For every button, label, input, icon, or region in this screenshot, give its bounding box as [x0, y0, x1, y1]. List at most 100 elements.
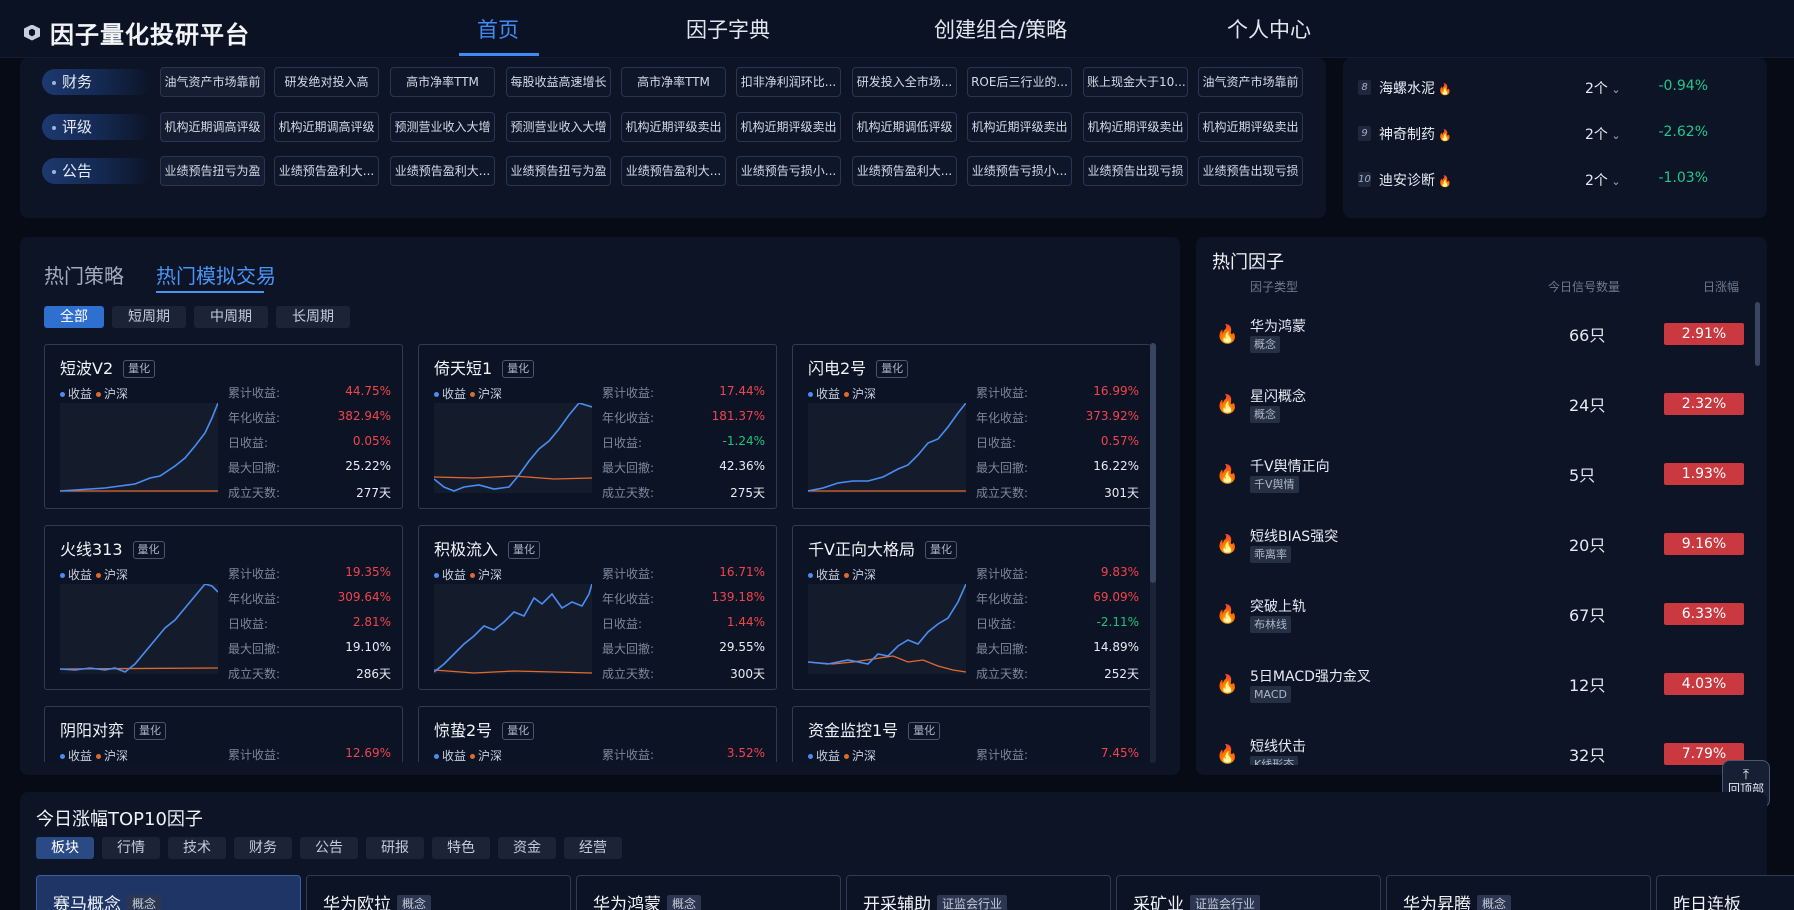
- strategy-stats: 累计收益: 19.35% 年化收益: 309.64% 日收益: 2.81% 最大回撤: 19.…: [228, 560, 391, 685]
- hot-factor-row[interactable]: 🔥 突破上轨 布林线 67只 6.33%: [1216, 594, 1746, 654]
- strategy-card[interactable]: 闪电2号 量化 收益 沪深 累计收益: 16.99% 年化收益: 373.92% 日收益: 0.5…: [792, 344, 1151, 509]
- factor-chip[interactable]: 业绩预告出现亏损: [1198, 156, 1303, 186]
- factor-chip[interactable]: 业绩预告亏损小...: [736, 156, 841, 186]
- strategy-card[interactable]: 惊蛰2号量化收益沪深累计收益:3.52%年化收益:日收益:最大回撤:成立天数:: [418, 706, 777, 762]
- top10-category-tab[interactable]: 行情: [102, 837, 160, 859]
- top10-category-tab[interactable]: 财务: [234, 837, 292, 859]
- top10-category-tab[interactable]: 公告: [300, 837, 358, 859]
- logo[interactable]: 因子量化投研平台: [22, 15, 250, 50]
- legend-benchmark: 沪深: [104, 387, 129, 401]
- hot-factors-scrollbar[interactable]: [1755, 302, 1760, 366]
- fire-icon: 🔥: [1216, 464, 1239, 485]
- factor-chip[interactable]: 预测营业收入大增: [390, 112, 495, 142]
- filter-mid[interactable]: 中周期: [194, 306, 268, 328]
- factor-chip[interactable]: 机构近期评级卖出: [1198, 112, 1303, 142]
- rank-count-dropdown[interactable]: 2个 ⌄: [1585, 78, 1621, 98]
- rank-item[interactable]: 8 海螺水泥 🔥 2个 ⌄ -0.94%: [1358, 76, 1758, 100]
- strategy-stats: 累计收益: 44.75% 年化收益: 382.94% 日收益: 0.05% 最大回撤: 25.…: [228, 379, 391, 504]
- factor-chip[interactable]: 账上现金大于10...: [1083, 67, 1188, 97]
- factor-chip[interactable]: 业绩预告盈利大...: [852, 156, 957, 186]
- strategy-card[interactable]: 短波V2 量化 收益 沪深 累计收益: 44.75% 年化收益: 382.94% 日收益: 0.0…: [44, 344, 403, 509]
- factor-chip[interactable]: 业绩预告扭亏为盈: [506, 156, 611, 186]
- factor-chip[interactable]: 业绩预告盈利大...: [390, 156, 495, 186]
- top10-factor-card[interactable]: 昨日连板: [1656, 875, 1794, 910]
- factor-chip[interactable]: 机构近期调高评级: [274, 112, 379, 142]
- chart-legend: 收益 沪深: [808, 566, 876, 583]
- legend-benchmark: 沪深: [478, 568, 503, 582]
- hot-factor-row[interactable]: 🔥 千V舆情正向 千V舆情 5只 1.93%: [1216, 454, 1746, 514]
- factor-chip[interactable]: 机构近期评级卖出: [967, 112, 1072, 142]
- hot-factor-row[interactable]: 🔥 短线BIAS强突 乖离率 20只 9.16%: [1216, 524, 1746, 584]
- strategy-card[interactable]: 资金监控1号量化收益沪深累计收益:7.45%年化收益:日收益:最大回撤:成立天数…: [792, 706, 1151, 762]
- factor-chip[interactable]: 每股收益高速增长: [506, 67, 611, 97]
- strategy-card[interactable]: 火线313 量化 收益 沪深 累计收益: 19.35% 年化收益: 309.64% 日收益: 2.…: [44, 525, 403, 690]
- filter-all[interactable]: 全部: [44, 306, 104, 328]
- stat-value: 16.22%: [1093, 459, 1139, 473]
- factor-chip[interactable]: 业绩预告扭亏为盈: [160, 156, 265, 186]
- stat-label: 日收益:: [228, 436, 269, 450]
- factor-chip[interactable]: ROE后三行业的...: [967, 67, 1072, 97]
- factor-chip[interactable]: 高市净率TTM: [621, 67, 726, 97]
- factor-chip[interactable]: 业绩预告亏损小...: [967, 156, 1072, 186]
- nav-factor-dictionary[interactable]: 因子字典: [686, 14, 770, 44]
- hot-factor-row[interactable]: 🔥 星闪概念 概念 24只 2.32%: [1216, 384, 1746, 444]
- factor-chip[interactable]: 研发投入全市场...: [852, 67, 957, 97]
- top10-category-tab[interactable]: 特色: [432, 837, 490, 859]
- filter-long[interactable]: 长周期: [276, 306, 350, 328]
- benchmark-line: [433, 475, 593, 480]
- factor-chip[interactable]: 机构近期评级卖出: [621, 112, 726, 142]
- top10-category-tab[interactable]: 经营: [564, 837, 622, 859]
- factor-chip[interactable]: 高市净率TTM: [390, 67, 495, 97]
- factor-chip[interactable]: 机构近期调高评级: [160, 112, 265, 142]
- strategy-badge: 量化: [508, 541, 541, 559]
- top10-factor-card[interactable]: 华为欧拉 概念: [306, 875, 571, 910]
- factor-chip[interactable]: 业绩预告盈利大...: [621, 156, 726, 186]
- factor-chip[interactable]: 油气资产市场靠前: [160, 67, 265, 97]
- strategy-card[interactable]: 阴阳对弈量化收益沪深累计收益:12.69%年化收益:日收益:最大回撤:成立天数:: [44, 706, 403, 762]
- top10-category-tab[interactable]: 资金: [498, 837, 556, 859]
- hot-factor-row[interactable]: 🔥 华为鸿蒙 概念 66只 2.91%: [1216, 314, 1746, 374]
- strategy-name: 短波V2 量化: [60, 355, 156, 379]
- tab-hot-simulation[interactable]: 热门模拟交易: [156, 260, 276, 289]
- factor-chip[interactable]: 机构近期评级卖出: [736, 112, 841, 142]
- legend-return: 收益: [442, 749, 467, 762]
- factor-chip[interactable]: 扣非净利润环比...: [736, 67, 841, 97]
- strategy-name-text: 积极流入: [434, 540, 499, 559]
- top10-factor-tag: 概念: [397, 895, 432, 910]
- filter-short[interactable]: 短周期: [112, 306, 186, 328]
- strategy-card[interactable]: 倚天短1 量化 收益 沪深 累计收益: 17.44% 年化收益: 181.37% 日收益: -1.…: [418, 344, 777, 509]
- tab-hot-strategy[interactable]: 热门策略: [44, 260, 124, 289]
- nav-create-portfolio[interactable]: 创建组合/策略: [934, 14, 1067, 44]
- factor-chip[interactable]: 预测营业收入大增: [506, 112, 611, 142]
- factor-chip[interactable]: 油气资产市场靠前: [1198, 67, 1303, 97]
- rank-item[interactable]: 10 迪安诊断 🔥 2个 ⌄ -1.03%: [1358, 168, 1758, 192]
- strategy-scrollbar[interactable]: [1150, 343, 1156, 763]
- nav-home[interactable]: 首页: [477, 14, 519, 44]
- top10-category-tab[interactable]: 技术: [168, 837, 226, 859]
- nav-personal-center[interactable]: 个人中心: [1227, 14, 1311, 44]
- top10-category-tab[interactable]: 板块: [36, 837, 94, 859]
- factor-chip[interactable]: 业绩预告盈利大...: [274, 156, 379, 186]
- factor-chip[interactable]: 研发绝对投入高: [274, 67, 379, 97]
- factor-chip[interactable]: 机构近期评级卖出: [1083, 112, 1188, 142]
- strategy-card[interactable]: 千V正向大格局 量化 收益 沪深 累计收益: 9.83% 年化收益: 69.09% 日收益: -2…: [792, 525, 1151, 690]
- hot-factor-row[interactable]: 🔥 5日MACD强力金叉 MACD 12只 4.03%: [1216, 664, 1746, 724]
- rank-count-dropdown[interactable]: 2个 ⌄: [1585, 170, 1621, 190]
- stat-daily: 日收益: 1.44%: [602, 610, 765, 635]
- hot-factor-signal-count: 12只: [1569, 676, 1606, 695]
- top10-factor-card[interactable]: 开采辅助 证监会行业: [846, 875, 1111, 910]
- strategy-card[interactable]: 积极流入 量化 收益 沪深 累计收益: 16.71% 年化收益: 139.18% 日收益: 1.4…: [418, 525, 777, 690]
- rank-count-dropdown[interactable]: 2个 ⌄: [1585, 124, 1621, 144]
- stat-value: 1.44%: [726, 615, 765, 629]
- stat-label: 年化收益:: [228, 592, 281, 606]
- top10-category-tab[interactable]: 研报: [366, 837, 424, 859]
- top10-factor-card[interactable]: 采矿业 证监会行业: [1116, 875, 1381, 910]
- top10-factor-card[interactable]: 华为鸿蒙 概念: [576, 875, 841, 910]
- rank-item[interactable]: 9 神奇制药 🔥 2个 ⌄ -2.62%: [1358, 122, 1758, 146]
- hot-factor-row[interactable]: 🔥 短线伏击 K线形态 32只 7.79%: [1216, 734, 1746, 765]
- factor-chip[interactable]: 业绩预告出现亏损: [1083, 156, 1188, 186]
- strategy-scrollbar-thumb[interactable]: [1150, 343, 1156, 583]
- top10-factor-card[interactable]: 华为昇腾 概念: [1386, 875, 1651, 910]
- top10-factor-card[interactable]: 赛马概念 概念: [36, 875, 301, 910]
- factor-chip[interactable]: 机构近期调低评级: [852, 112, 957, 142]
